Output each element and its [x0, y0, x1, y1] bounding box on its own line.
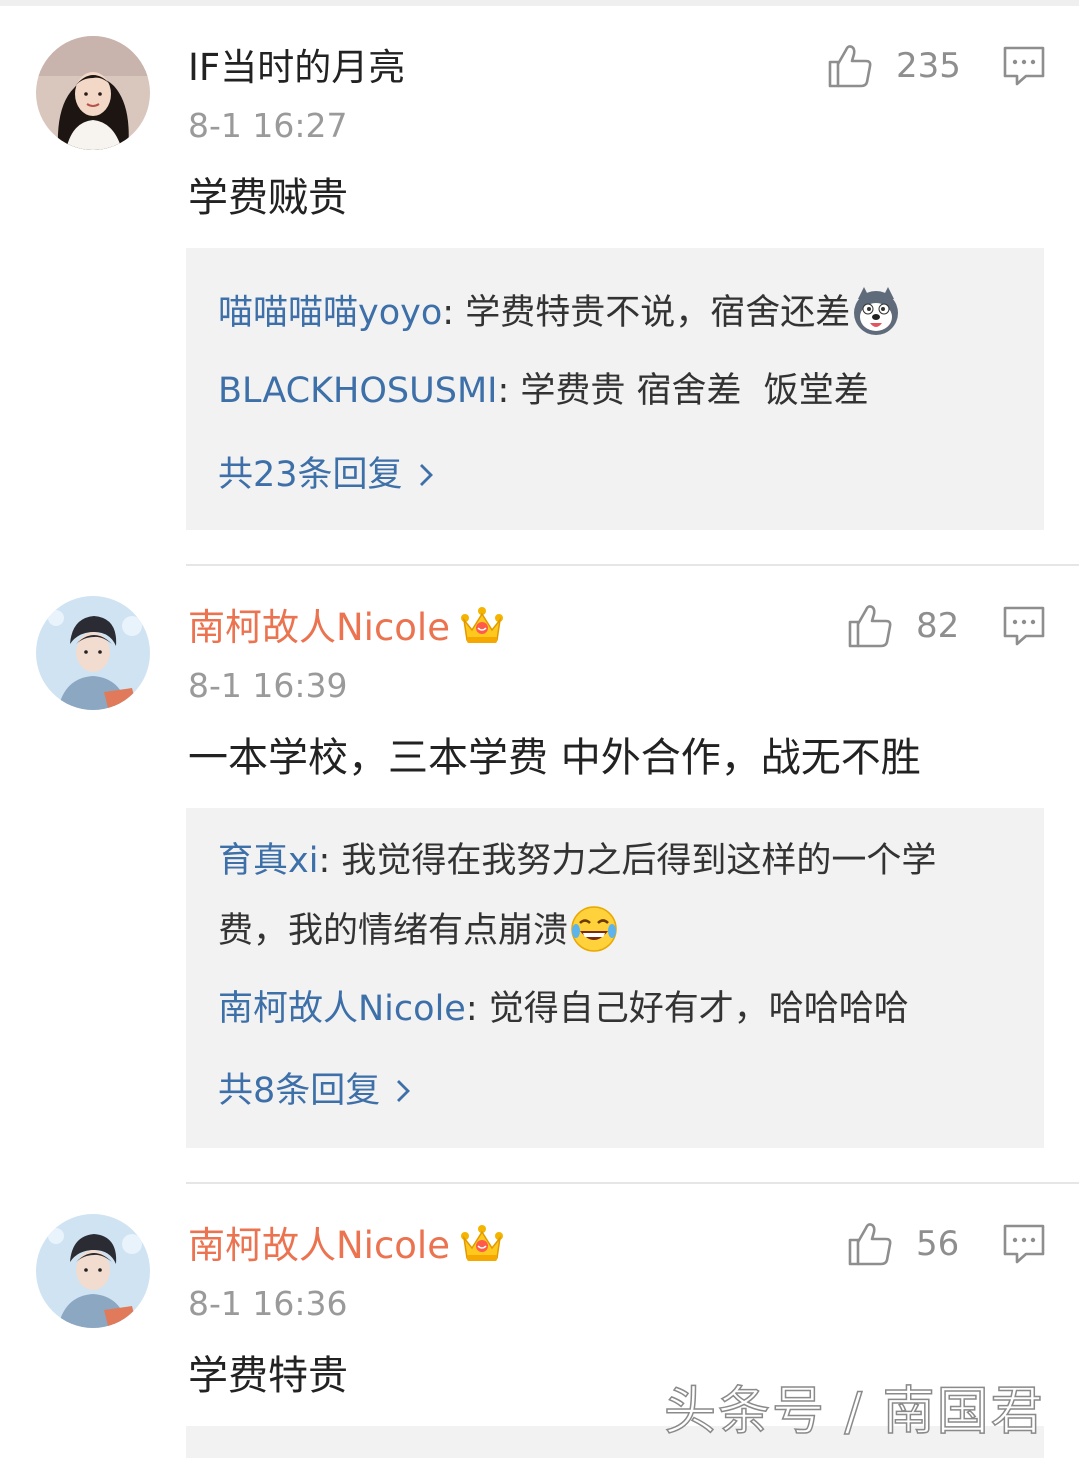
- timestamp: 8-1 16:36: [188, 1284, 348, 1323]
- watermark: 头条号 / 南国君: [663, 1381, 1045, 1443]
- like-button[interactable]: 235: [826, 40, 961, 92]
- like-count: 235: [896, 46, 961, 86]
- reply-separator: :: [497, 371, 521, 411]
- reply-preview-box[interactable]: 育真xi: 我觉得在我努力之后得到这样的一个学 费，我的情绪有点崩溃 南柯故人N…: [186, 808, 1044, 1148]
- avatar-image: [36, 36, 150, 150]
- username[interactable]: 南柯故人Nicole: [188, 604, 504, 652]
- comment-text: 学费贼贵: [188, 175, 348, 221]
- username-text[interactable]: 南柯故人Nicole: [188, 606, 450, 649]
- like-button[interactable]: 56: [846, 1218, 959, 1270]
- username[interactable]: 南柯故人Nicole: [188, 1222, 504, 1270]
- like-button[interactable]: 82: [846, 600, 959, 652]
- reply-username[interactable]: 育真xi: [218, 841, 318, 881]
- reply-separator: :: [465, 989, 489, 1029]
- reply-item[interactable]: BLACKHOSUSMI: 学费贵 宿舍差 饭堂差: [218, 366, 1012, 416]
- reply-button[interactable]: [1002, 604, 1046, 648]
- crown-icon: [460, 1224, 503, 1261]
- reply-text: 学费特贵不说，宿舍还差: [465, 293, 851, 333]
- reply-text-line1: 我觉得在我努力之后得到这样的一个学: [341, 841, 937, 881]
- reply-username[interactable]: 喵喵喵喵yoyo: [218, 293, 442, 333]
- husky-emoji-icon: [854, 287, 899, 335]
- comment-divider: [186, 564, 1079, 566]
- reply-text: 学费贵 宿舍差 饭堂差: [520, 371, 869, 411]
- view-more-label[interactable]: 共23条回复: [218, 450, 403, 500]
- reply-username[interactable]: 南柯故人Nicole: [218, 989, 466, 1029]
- view-more-replies-link[interactable]: 共23条回复: [218, 450, 435, 500]
- reply-text-line2: 费，我的情绪有点崩溃: [218, 911, 569, 951]
- thumbs-up-icon: [848, 1223, 892, 1266]
- reply-text: 觉得自己好有才，哈哈哈哈: [488, 989, 909, 1029]
- top-divider: [0, 0, 1079, 6]
- avatar[interactable]: [36, 36, 150, 150]
- reply-item-continued[interactable]: 费，我的情绪有点崩溃: [218, 906, 1012, 956]
- crown-icon: [460, 606, 503, 643]
- username-text[interactable]: IF当时的月亮: [188, 46, 405, 89]
- reply-item[interactable]: 喵喵喵喵yoyo: 学费特贵不说，宿舍还差: [218, 287, 1012, 338]
- username-text[interactable]: 南柯故人Nicole: [188, 1224, 450, 1267]
- laughing-tears-emoji-icon: [571, 906, 617, 952]
- view-more-replies-link[interactable]: 共8条回复: [218, 1066, 412, 1116]
- chevron-right-icon: [419, 464, 433, 486]
- reply-preview-box[interactable]: 喵喵喵喵yoyo: 学费特贵不说，宿舍还差 BLACKHOSUSMI: 学费贵 …: [186, 248, 1044, 530]
- reply-item[interactable]: 育真xi: 我觉得在我努力之后得到这样的一个学: [218, 836, 1012, 886]
- chevron-right-icon: [397, 1080, 411, 1102]
- reply-separator: :: [442, 293, 466, 333]
- avatar-image: [36, 1214, 150, 1328]
- timestamp: 8-1 16:39: [188, 666, 348, 705]
- timestamp: 8-1 16:27: [188, 106, 348, 145]
- comment-bubble-icon: [1003, 1224, 1045, 1264]
- like-count: 82: [916, 606, 960, 646]
- comment-feed: IF当时的月亮 8-1 16:27 235 学费贼贵 喵喵喵喵yoyo: 学费特…: [0, 0, 1079, 1458]
- comment-divider: [186, 1182, 1079, 1184]
- reply-separator: :: [318, 841, 342, 881]
- comment-text: 一本学校，三本学费 中外合作，战无不胜: [188, 735, 921, 781]
- avatar[interactable]: [36, 596, 150, 710]
- thumbs-up-icon: [848, 605, 892, 648]
- comment-bubble-icon: [1003, 606, 1045, 646]
- comment-text: 学费特贵: [188, 1353, 348, 1399]
- username[interactable]: IF当时的月亮: [188, 44, 405, 92]
- thumbs-up-icon: [828, 45, 872, 88]
- reply-button[interactable]: [1002, 44, 1046, 88]
- view-more-label[interactable]: 共8条回复: [218, 1066, 380, 1116]
- like-count: 56: [916, 1224, 960, 1264]
- avatar[interactable]: [36, 1214, 150, 1328]
- reply-button[interactable]: [1002, 1222, 1046, 1266]
- comment-bubble-icon: [1003, 46, 1045, 86]
- reply-username[interactable]: BLACKHOSUSMI: [218, 371, 497, 411]
- avatar-image: [36, 596, 150, 710]
- reply-item[interactable]: 南柯故人Nicole: 觉得自己好有才，哈哈哈哈: [218, 984, 1012, 1034]
